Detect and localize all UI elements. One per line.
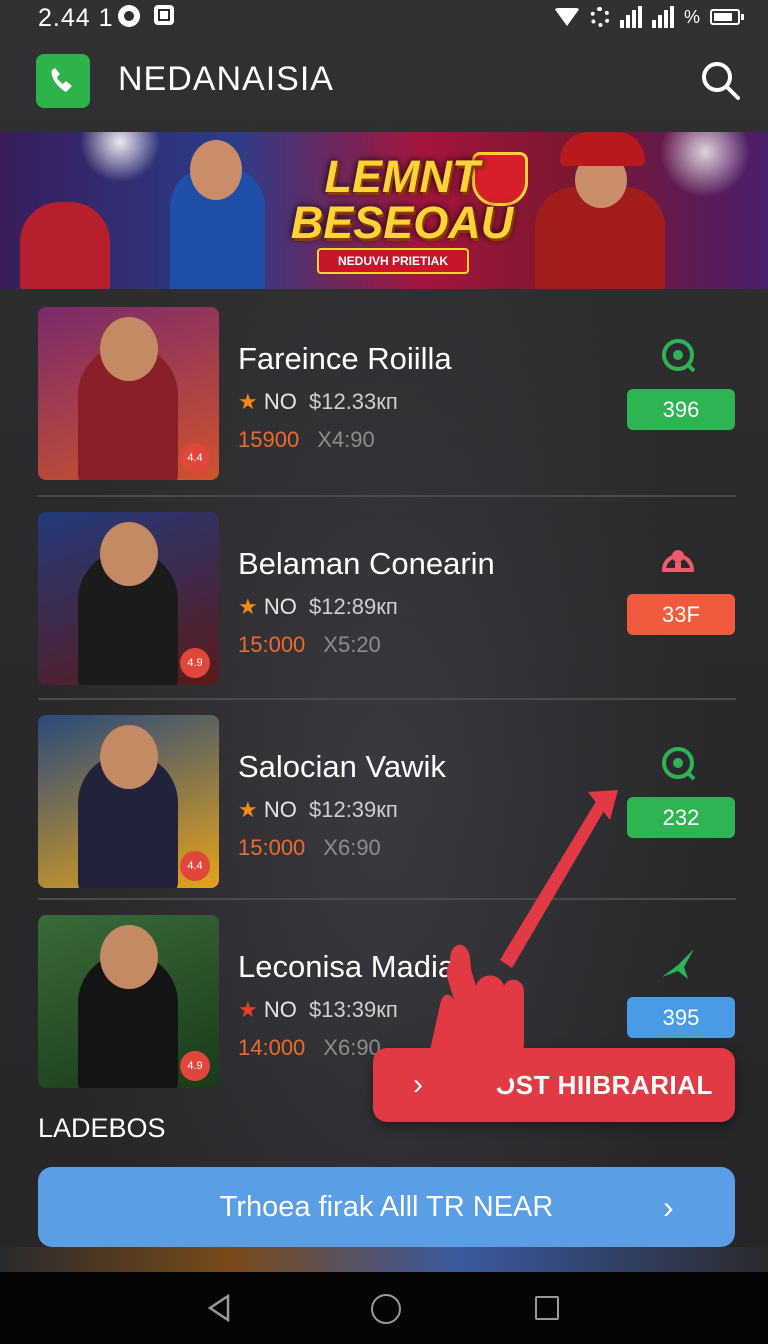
wide-button-label: Trhoea firak Alll TR NEAR	[219, 1191, 554, 1223]
promo-banner[interactable]: LEMNT BESEOAU NEDUVH PRIETIAK	[0, 132, 768, 289]
home-icon[interactable]	[371, 1294, 401, 1324]
target-icon[interactable]	[658, 743, 698, 783]
rating-badge: 4.9	[180, 648, 210, 678]
status-bar: 2.44 1 %	[0, 0, 768, 34]
rating-badge: 4.4	[180, 443, 210, 473]
item-stats: 15:000 X5:20	[238, 632, 381, 658]
item-stat-secondary: X5:20	[323, 632, 381, 657]
item-price: $13:39	[308, 997, 377, 1022]
star-icon: ★	[238, 594, 258, 619]
banner-player-head	[190, 140, 242, 200]
user-lock-icon[interactable]	[658, 540, 698, 580]
back-icon[interactable]	[206, 1294, 232, 1322]
content-peek	[0, 1247, 768, 1272]
chevron-right-icon: ›	[413, 1068, 423, 1101]
divider	[38, 698, 736, 700]
list-item[interactable]: 4.9 Belaman Conearin ★ NO $12:89кп 15:00…	[38, 512, 736, 685]
signal-icon-2	[651, 6, 674, 28]
system-nav-bar	[0, 1272, 768, 1344]
item-meta: ★ NO $12.33кп	[238, 389, 398, 415]
item-name: Belaman Conearin	[238, 546, 495, 581]
list-item[interactable]: 4.4 Salocian Vawik ★ NO $12:39кп 15:000 X…	[38, 715, 736, 888]
wide-action-button[interactable]: Trhoea firak Alll TR NEAR ›	[38, 1167, 735, 1247]
star-icon: ★	[238, 797, 258, 822]
item-price: $12.33	[308, 389, 377, 414]
chevron-right-icon: ›	[663, 1189, 674, 1225]
item-level: NO	[263, 594, 297, 619]
item-price: $12:89	[308, 594, 377, 619]
thumb-face	[100, 522, 158, 586]
rating-badge: 4.4	[180, 851, 210, 881]
app-bar: NEDANAISIA	[0, 40, 768, 130]
banner-title-line1: LEMNT	[324, 151, 480, 202]
app-title: NEDANAISIA	[118, 60, 334, 98]
wifi-icon	[553, 8, 580, 26]
thumb-face	[100, 317, 158, 381]
item-name: Leconisa Madiax	[238, 949, 471, 984]
item-thumbnail: 4.9	[38, 915, 219, 1088]
list-item[interactable]: 4.4 Fareince Roiilla ★ NO $12.33кп 15900…	[38, 307, 736, 480]
item-price-unit: кп	[376, 997, 398, 1022]
item-thumbnail: 4.4	[38, 715, 219, 888]
item-stat-secondary: X4:90	[317, 427, 375, 452]
recent-apps-icon[interactable]	[535, 1296, 559, 1320]
divider	[38, 898, 736, 900]
cta-label: OST HIIBRARIAL	[495, 1070, 713, 1100]
item-stat-secondary: X6:90	[323, 835, 381, 860]
item-stat-primary: 15900	[238, 427, 300, 452]
item-stat-primary: 14:000	[238, 1035, 306, 1060]
item-stats: 15900 X4:90	[238, 427, 375, 453]
item-meta: ★ NO $13:39кп	[238, 997, 398, 1023]
item-level: NO	[263, 997, 297, 1022]
status-time: 2.44 1	[38, 4, 114, 32]
settings-status-icon	[589, 7, 610, 27]
star-icon: ★	[238, 389, 258, 414]
item-name: Fareince Roiilla	[238, 341, 452, 376]
item-count-badge[interactable]: 395	[627, 997, 735, 1038]
item-price: $12:39	[308, 797, 377, 822]
section-title: LADEBOS	[38, 1113, 166, 1143]
item-count-badge[interactable]: 232	[627, 797, 735, 838]
banner-hat	[560, 132, 645, 166]
item-price-unit: кп	[376, 389, 398, 414]
battery-percent: %	[683, 6, 700, 27]
item-price-unit: кп	[376, 797, 398, 822]
item-stat-primary: 15:000	[238, 632, 306, 657]
status-right-group: %	[553, 4, 744, 30]
item-meta: ★ NO $12:89кп	[238, 594, 398, 620]
item-level: NO	[263, 389, 297, 414]
rating-badge: 4.9	[180, 1051, 210, 1081]
item-stats: 15:000 X6:90	[238, 835, 381, 861]
item-stats: 14:000 X6:90	[238, 1035, 381, 1061]
banner-title-line2: BESEOAU	[290, 197, 514, 248]
cta-button[interactable]: › OST HIIBRARIAL	[373, 1048, 735, 1122]
thumb-face	[100, 925, 158, 989]
banner-tag: NEDUVH PRIETIAK	[317, 248, 469, 274]
item-meta: ★ NO $12:39кп	[238, 797, 398, 823]
item-stat-primary: 15:000	[238, 835, 306, 860]
signal-icon	[619, 6, 642, 28]
target-icon[interactable]	[658, 335, 698, 375]
divider	[38, 495, 736, 497]
battery-icon	[710, 9, 744, 25]
item-stat-secondary: X6:90	[323, 1035, 381, 1060]
item-count-badge[interactable]: 33F	[627, 594, 735, 635]
item-thumbnail: 4.9	[38, 512, 219, 685]
item-price-unit: кп	[376, 594, 398, 619]
thumb-face	[100, 725, 158, 789]
plane-icon[interactable]	[658, 943, 698, 983]
banner-figure-left	[20, 202, 110, 289]
notification-icon	[118, 5, 140, 27]
star-icon: ★	[238, 997, 258, 1022]
calendar-icon	[154, 5, 174, 25]
app-logo-icon	[36, 54, 90, 108]
banner-title: LEMNT BESEOAU	[282, 154, 522, 246]
item-count-badge[interactable]: 396	[627, 389, 735, 430]
item-level: NO	[263, 797, 297, 822]
search-icon[interactable]	[698, 58, 742, 102]
item-thumbnail: 4.4	[38, 307, 219, 480]
item-name: Salocian Vawik	[238, 749, 446, 784]
